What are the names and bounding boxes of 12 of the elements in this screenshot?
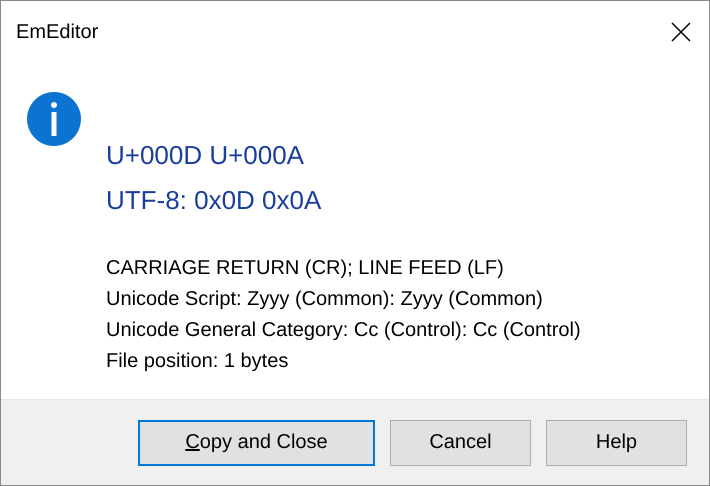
dialog-button[interactable]: Help [546, 420, 687, 466]
message-heading: U+000D U+000A [106, 139, 306, 172]
message-heading: UTF-8: 0x0D 0x0A [106, 184, 322, 217]
window-title: EmEditor [16, 20, 98, 44]
detail-line: File position: 1 bytes [106, 349, 290, 374]
info-icon [26, 91, 82, 147]
dialog-button[interactable]: Copy and Close [138, 420, 375, 466]
detail-line: Unicode Script: Zyyy (Common): Zyyy (Common) [106, 287, 544, 312]
dialog-button[interactable]: Cancel [390, 420, 531, 466]
detail-line: Unicode General Category: Cc (Control): Cc (Control) [106, 318, 581, 343]
close-icon [671, 22, 691, 42]
detail-line: CARRIAGE RETURN (CR); LINE FEED (LF) [106, 256, 505, 281]
